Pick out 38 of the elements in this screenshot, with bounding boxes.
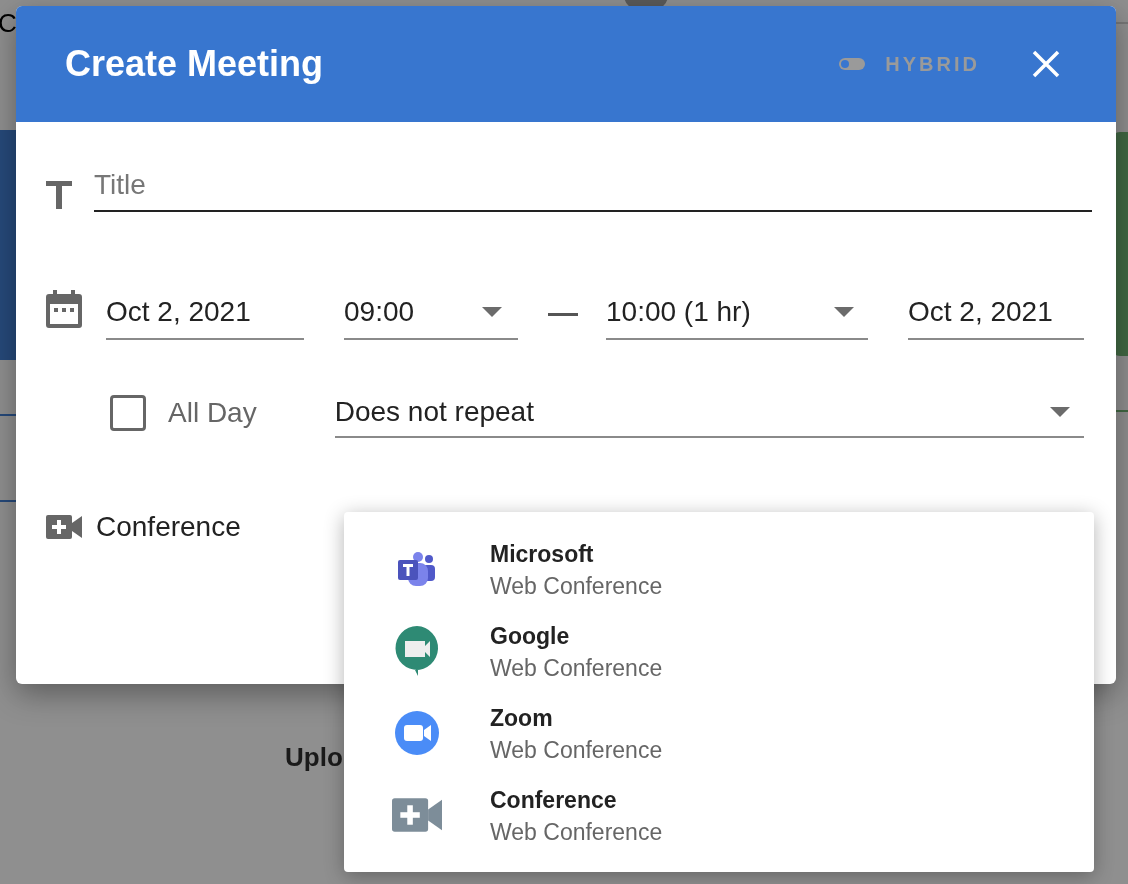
end-date-field[interactable]: Oct 2, 2021 bbox=[908, 286, 1084, 340]
close-button[interactable] bbox=[1030, 48, 1062, 80]
option-subtitle: Web Conference bbox=[490, 736, 663, 765]
option-name: Conference bbox=[490, 786, 618, 815]
text-icon bbox=[46, 181, 72, 209]
option-name: Google bbox=[490, 622, 571, 651]
title-field[interactable]: Title bbox=[94, 160, 1092, 212]
teams-icon bbox=[398, 552, 436, 586]
repeat-select[interactable]: Does not repeat bbox=[334, 388, 1084, 438]
page-text: Uplo bbox=[285, 741, 343, 774]
option-subtitle: Web Conference bbox=[490, 572, 663, 601]
conference-label: Conference bbox=[96, 510, 241, 544]
conference-option[interactable]: Conference Web Conference bbox=[344, 784, 1094, 866]
calendar-icon bbox=[46, 290, 82, 328]
toggle-icon bbox=[839, 58, 866, 70]
caret-icon bbox=[1050, 407, 1070, 417]
all-day-label: All Day bbox=[168, 396, 257, 430]
conference-option[interactable]: Microsoft Web Conference bbox=[344, 538, 1094, 620]
conference-option[interactable]: Google Web Conference bbox=[344, 620, 1094, 702]
start-time-select[interactable]: 09:00 bbox=[344, 286, 518, 340]
option-subtitle: Web Conference bbox=[490, 654, 663, 683]
dialog-title: Create Meeting bbox=[65, 42, 324, 86]
close-icon bbox=[1032, 50, 1060, 78]
video-plus-icon bbox=[46, 515, 82, 539]
chat-video-icon bbox=[395, 626, 439, 676]
option-name: Zoom bbox=[490, 704, 554, 733]
option-subtitle: Web Conference bbox=[490, 818, 663, 847]
start-date-field[interactable]: Oct 2, 2021 bbox=[106, 286, 304, 340]
caret-icon bbox=[482, 307, 502, 317]
range-dash bbox=[548, 313, 578, 316]
video-camera-icon bbox=[395, 711, 439, 755]
option-name: Microsoft bbox=[490, 540, 595, 569]
end-time-select[interactable]: 10:00 (1 hr) bbox=[606, 286, 868, 340]
caret-icon bbox=[834, 307, 854, 317]
video-plus-icon bbox=[392, 798, 442, 832]
page-heading: C bbox=[0, 8, 17, 38]
conference-option[interactable]: Zoom Web Conference bbox=[344, 702, 1094, 784]
all-day-checkbox[interactable] bbox=[110, 395, 146, 431]
